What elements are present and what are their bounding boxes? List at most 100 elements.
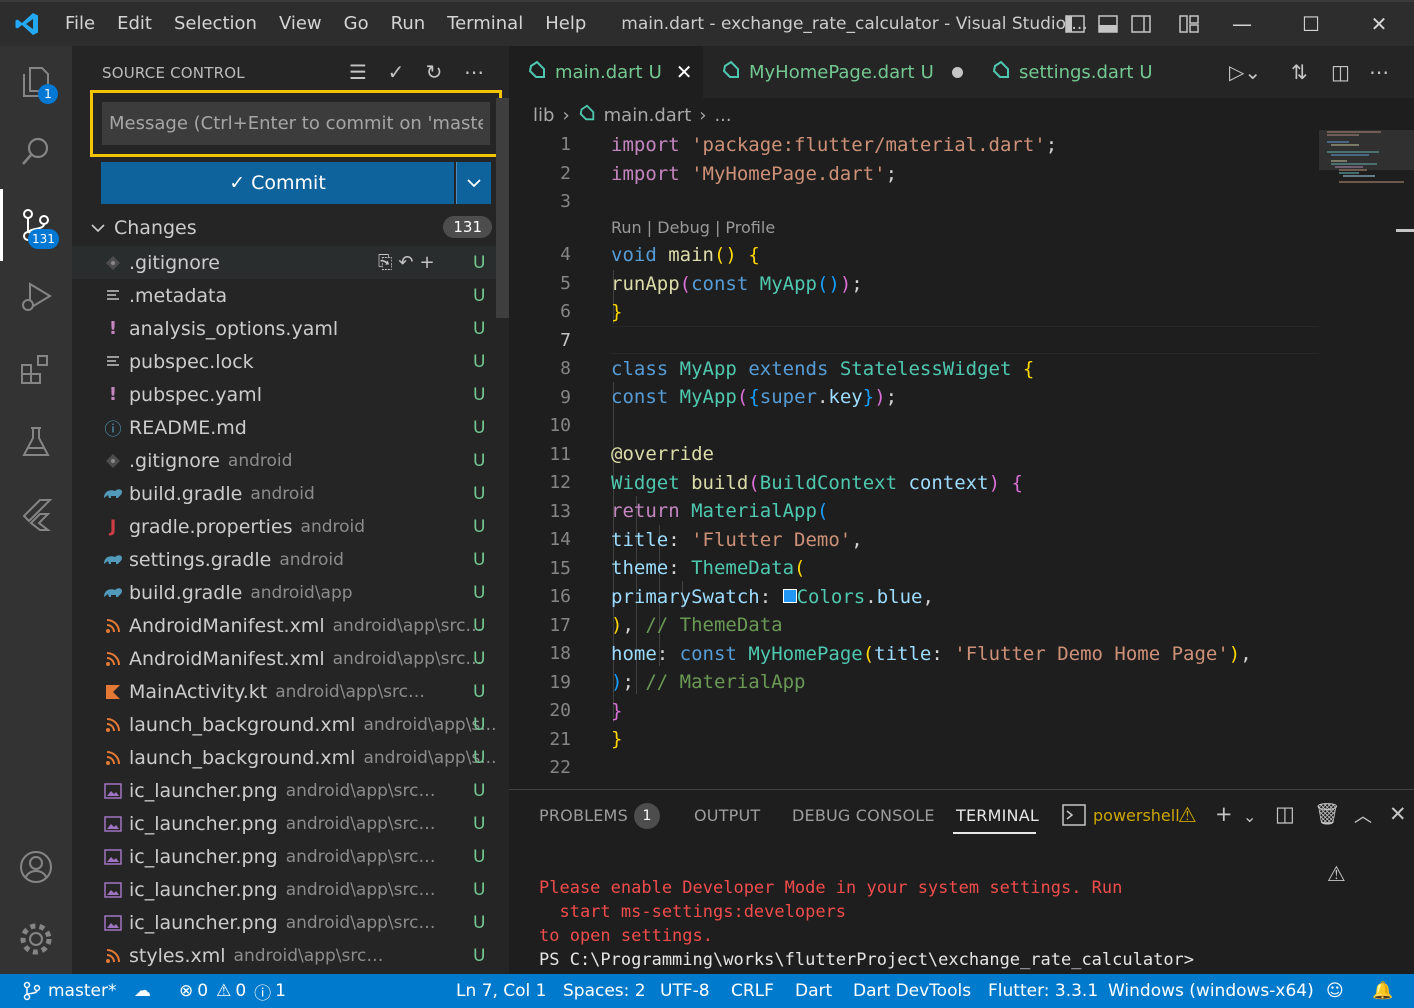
menu-help[interactable]: Help — [534, 2, 597, 46]
list-item[interactable]: ic_launcher.png android\app\src\main\... U — [72, 906, 509, 939]
problems-count-badge: 1 — [634, 803, 660, 829]
language-mode[interactable]: Dart — [795, 974, 832, 1008]
toggle-secondary-sidebar-icon[interactable] — [1130, 13, 1152, 35]
toggle-panel-icon[interactable] — [1097, 13, 1119, 35]
tab-myhomepage-dart[interactable]: MyHomePage.dart U — [703, 46, 973, 98]
list-item[interactable]: build.gradle android\app U — [72, 576, 509, 609]
list-item[interactable]: AndroidManifest.xml android\app\src\... U — [72, 609, 509, 642]
explorer-icon[interactable]: 1 — [0, 46, 72, 118]
close-panel-icon[interactable]: ✕ — [1389, 802, 1407, 826]
run-file-icon[interactable]: ▷⌄ — [1229, 60, 1261, 84]
trash-icon[interactable]: 🗑 — [1314, 802, 1341, 827]
problems-indicator[interactable]: ⊗ 0 ⚠ 0 ⓘ 1 — [179, 974, 286, 1008]
menu-terminal[interactable]: Terminal — [436, 2, 534, 46]
list-item[interactable]: ⓘ README.md U — [72, 411, 509, 444]
breadcrumb-folder[interactable]: lib — [533, 105, 554, 126]
codelens-run-debug-profile[interactable]: Run | Debug | Profile — [611, 218, 775, 237]
customize-layout-icon[interactable] — [1178, 13, 1200, 35]
flutter-version[interactable]: Flutter: 3.3.1 — [988, 974, 1098, 1008]
terminal-name[interactable]: powershell — [1093, 806, 1180, 825]
menu-selection[interactable]: Selection — [163, 2, 268, 46]
code-editor[interactable]: Run | Debug | Profile 1 2 3 4 5 6 7 8 9 10 11 12 13 1… — [509, 130, 1319, 785]
list-item[interactable]: launch_background.xml android\app\s... U — [72, 741, 509, 774]
source-control-icon[interactable]: 131 — [0, 189, 72, 261]
encoding[interactable]: UTF-8 — [660, 974, 710, 1008]
minimap-slider[interactable] — [1319, 130, 1414, 170]
tab-terminal[interactable]: TERMINAL — [956, 806, 1039, 825]
list-item[interactable]: .gitignore android U — [72, 444, 509, 477]
discard-changes-icon[interactable]: ↶ — [398, 252, 413, 273]
maximize-button[interactable]: ☐ — [1288, 2, 1334, 46]
list-item[interactable]: AndroidManifest.xml android\app\src\... U — [72, 642, 509, 675]
commit-button[interactable]: ✓ Commit — [101, 162, 454, 204]
menu-run[interactable]: Run — [380, 2, 437, 46]
run-debug-icon[interactable] — [0, 261, 72, 333]
list-item[interactable]: MainActivity.kt android\app\src\main\k...… — [72, 675, 509, 708]
list-item[interactable]: ic_launcher.png android\app\src\main\... U — [72, 807, 509, 840]
more-actions-icon[interactable]: ⋯ — [462, 60, 486, 84]
list-item[interactable]: launch_background.xml android\app\s... U — [72, 708, 509, 741]
changes-group-header[interactable]: Changes 131 — [90, 213, 500, 243]
list-item[interactable]: ! analysis_options.yaml U — [72, 312, 509, 345]
line-ending[interactable]: CRLF — [731, 974, 774, 1008]
sidebar-scrollbar[interactable] — [496, 98, 509, 318]
list-item[interactable]: build.gradle android U — [72, 477, 509, 510]
list-item[interactable]: .gitignore ⎘ ↶ + U — [72, 246, 509, 279]
tab-main-dart[interactable]: main.dart U ✕ — [509, 46, 703, 98]
list-item[interactable]: ic_launcher.png android\app\src\main\... U — [72, 840, 509, 873]
close-window-button[interactable]: ✕ — [1356, 2, 1402, 46]
list-item[interactable]: pubspec.lock U — [72, 345, 509, 378]
stage-changes-icon[interactable]: + — [420, 252, 435, 273]
cursor-position[interactable]: Ln 7, Col 1 — [456, 974, 547, 1008]
open-changes-icon[interactable]: ⇅ — [1291, 60, 1308, 84]
commit-check-icon[interactable]: ✓ — [384, 60, 408, 84]
close-tab-icon[interactable]: ✕ — [676, 60, 693, 84]
commit-message-input[interactable] — [102, 102, 490, 145]
tab-debug-console[interactable]: DEBUG CONSOLE — [792, 806, 935, 825]
accounts-icon[interactable] — [0, 831, 72, 903]
branch-indicator[interactable]: master* — [22, 974, 116, 1008]
list-item[interactable]: Jgradle.properties android U — [72, 510, 509, 543]
chevron-down-icon[interactable]: ⌄ — [1243, 807, 1256, 826]
settings-gear-icon[interactable] — [0, 903, 72, 975]
menu-edit[interactable]: Edit — [106, 2, 163, 46]
publish-branch-icon[interactable]: ☁ — [134, 974, 151, 1008]
menu-file[interactable]: File — [54, 2, 106, 46]
menu-go[interactable]: Go — [333, 2, 380, 46]
testing-icon[interactable] — [0, 406, 72, 478]
unsaved-dot-icon[interactable] — [951, 66, 963, 78]
terminal-prompt[interactable]: PS C:\Programming\works\flutterProject\e… — [539, 950, 1194, 970]
breadcrumb-symbol[interactable]: ... — [714, 105, 731, 126]
refresh-icon[interactable]: ↻ — [422, 60, 446, 84]
tab-settings-dart[interactable]: settings.dart U — [973, 46, 1193, 98]
feedback-icon[interactable]: ☺ — [1326, 974, 1344, 1008]
new-terminal-icon[interactable]: + — [1215, 802, 1233, 826]
list-item[interactable]: ! pubspec.yaml U — [72, 378, 509, 411]
list-item[interactable]: .metadata U — [72, 279, 509, 312]
breadcrumb-file[interactable]: main.dart — [604, 105, 692, 126]
list-item[interactable]: ic_launcher.png android\app\src\main\... U — [72, 873, 509, 906]
tab-output[interactable]: OUTPUT — [694, 806, 760, 825]
editor-more-icon[interactable]: ⋯ — [1369, 60, 1389, 84]
minimize-button[interactable]: — — [1219, 2, 1265, 46]
list-item[interactable]: settings.gradle android U — [72, 543, 509, 576]
menu-view[interactable]: View — [268, 2, 333, 46]
extensions-icon[interactable] — [0, 334, 72, 406]
indentation[interactable]: Spaces: 2 — [563, 974, 646, 1008]
list-item[interactable]: ic_launcher.png android\app\src\main\... U — [72, 774, 509, 807]
target-device[interactable]: Windows (windows-x64) — [1108, 974, 1314, 1008]
commit-dropdown-button[interactable] — [456, 162, 491, 204]
view-as-tree-icon[interactable]: ☰ — [346, 60, 370, 84]
toggle-sidebar-icon[interactable] — [1064, 13, 1086, 35]
maximize-panel-icon[interactable]: ︿ — [1354, 802, 1372, 828]
dart-devtools[interactable]: Dart DevTools — [853, 974, 971, 1008]
search-icon[interactable] — [0, 116, 72, 188]
tab-problems[interactable]: PROBLEMS — [539, 806, 628, 825]
split-terminal-icon[interactable]: ◫ — [1275, 802, 1295, 826]
list-item[interactable]: styles.xml android\app\src\main\res\val..… — [72, 939, 509, 972]
split-editor-icon[interactable]: ◫ — [1331, 60, 1350, 84]
flutter-icon[interactable] — [0, 478, 72, 550]
open-file-icon[interactable]: ⎘ — [378, 252, 392, 273]
color-swatch-icon[interactable] — [782, 589, 797, 603]
notifications-bell-icon[interactable]: 🔔 — [1372, 974, 1393, 1008]
